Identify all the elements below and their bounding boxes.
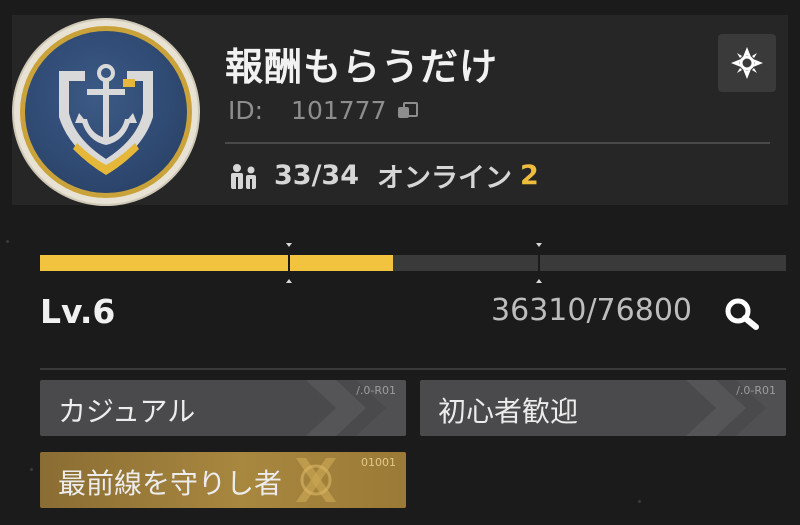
search-button[interactable] [718, 289, 768, 339]
tag-label: 初心者歓迎 [438, 395, 579, 428]
online-count: 2 [520, 160, 539, 191]
tag-code: /.0-R01 [736, 384, 776, 397]
online-label: オンライン [377, 163, 513, 194]
tag-label: カジュアル [58, 395, 196, 428]
section-divider [40, 368, 786, 370]
milestone-marker [536, 243, 542, 283]
anchor-icon [25, 31, 187, 193]
member-count: 33/34 [274, 160, 360, 191]
guild-name: 報酬もらうだけ [225, 45, 499, 89]
guild-tag-special[interactable]: 最前線を守りし者 01001 [40, 452, 406, 508]
tag-label: 最前線を守りし者 [58, 467, 283, 500]
guild-id-row: ID: 101777 [228, 96, 419, 125]
emblem-ring [20, 26, 192, 198]
copy-icon[interactable] [398, 101, 419, 120]
tag-code: 01001 [361, 456, 396, 469]
level-progress-fill [40, 255, 393, 271]
settings-button[interactable] [718, 34, 776, 92]
bg-speck [6, 240, 9, 243]
bg-speck [638, 500, 641, 503]
people-icon [231, 163, 256, 189]
guild-level: Lv.6 [40, 292, 116, 331]
guild-tag[interactable]: 初心者歓迎 /.0-R01 [420, 380, 786, 436]
search-icon [725, 298, 759, 330]
guild-emblem[interactable] [14, 20, 198, 204]
level-progress-bar [40, 243, 786, 283]
settings-icon [731, 47, 763, 79]
id-label: ID: [228, 96, 264, 125]
header-divider [225, 142, 770, 144]
bg-speck [30, 468, 33, 471]
milestone-marker [286, 243, 292, 283]
guild-tag[interactable]: カジュアル /.0-R01 [40, 380, 406, 436]
tag-code: /.0-R01 [356, 384, 396, 397]
guild-id-value: 101777 [291, 96, 387, 125]
member-count-row: 33/34 オンライン 2 [228, 156, 539, 195]
guild-exp: 36310/76800 [491, 293, 692, 328]
